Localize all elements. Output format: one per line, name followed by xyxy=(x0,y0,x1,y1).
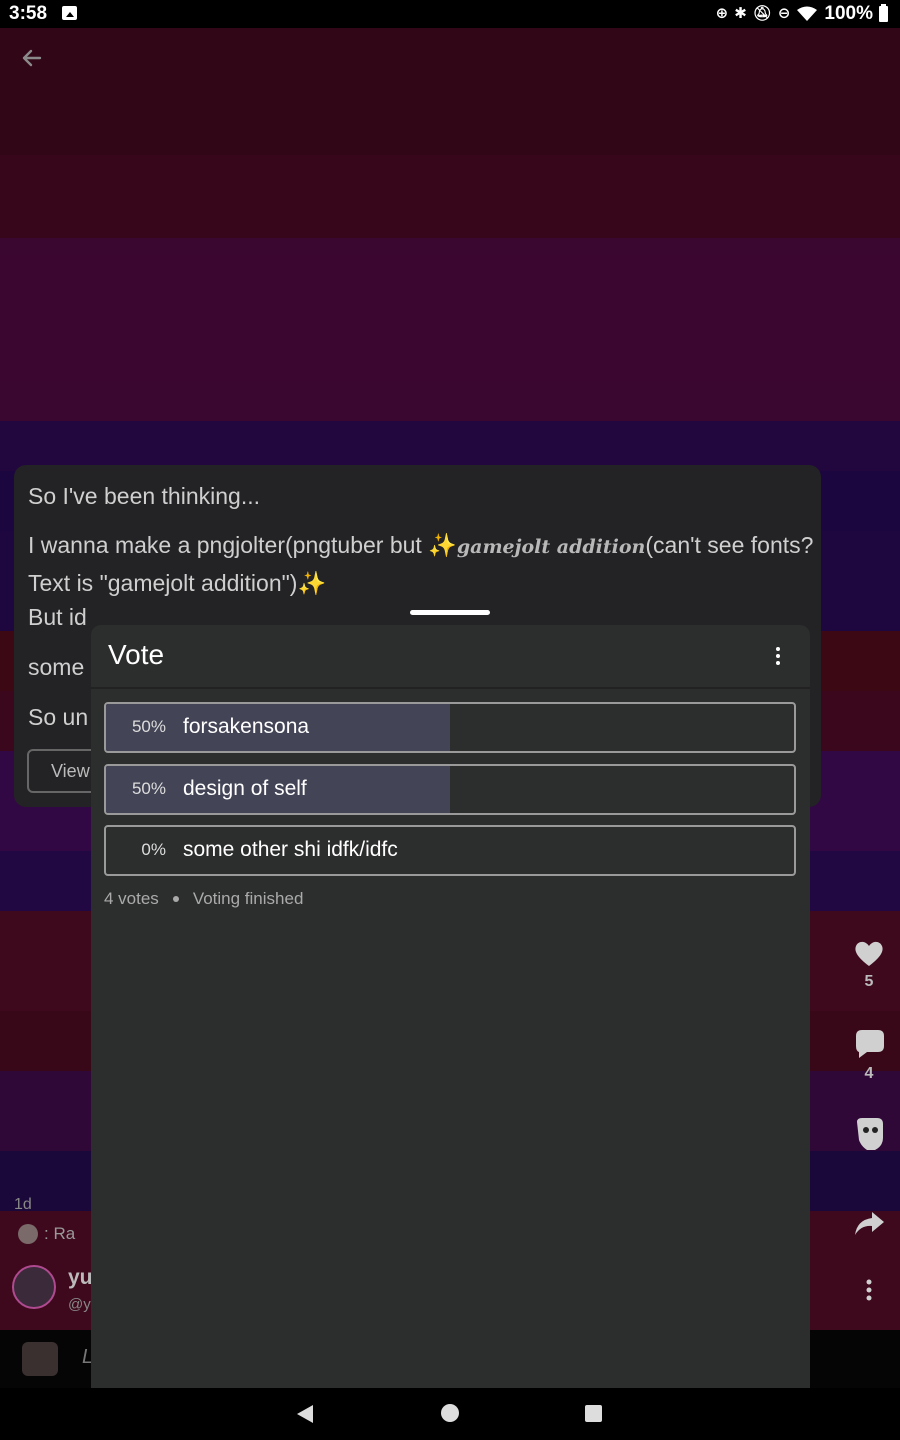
back-arrow-icon[interactable] xyxy=(18,44,46,72)
vote-percent: 50% xyxy=(131,717,166,736)
community-tag[interactable]: : Ra xyxy=(18,1224,75,1244)
author-handle: @y xyxy=(68,1296,91,1313)
vote-sheet: Vote 50% forsakensona 50% design of self… xyxy=(91,625,810,1388)
status-icons: ⊕ ✱ 🔕︎ ⊖ 100% xyxy=(716,3,888,25)
vote-status: Voting finished xyxy=(192,889,304,908)
tag-text: : Ra xyxy=(44,1224,76,1243)
post-line: So I've been thinking... xyxy=(28,483,260,509)
vote-sheet-header: Vote xyxy=(91,625,810,689)
vote-option[interactable]: 50% design of self xyxy=(104,764,796,815)
post-line: But id xyxy=(28,604,87,630)
vote-option-label: forsakensona xyxy=(183,715,310,738)
mascot-icon xyxy=(857,1118,883,1150)
nav-recents-icon[interactable] xyxy=(585,1405,602,1422)
vote-summary: 4 votes Voting finished xyxy=(104,889,303,909)
battery-percent: 100% xyxy=(824,3,873,24)
sparkle-icon: ✨ xyxy=(428,532,457,558)
battery-icon xyxy=(879,4,888,22)
sheet-drag-handle[interactable] xyxy=(410,610,490,615)
sync-icon: ⊕ xyxy=(715,5,729,22)
dnd-icon: ⊖ xyxy=(777,5,791,22)
heart-icon xyxy=(855,941,883,966)
image-notification-icon xyxy=(62,6,77,20)
post-age: 1d xyxy=(14,1196,32,1213)
nav-home-icon[interactable] xyxy=(441,1404,459,1422)
wifi-icon xyxy=(797,6,818,21)
bluetooth-icon: ✱ xyxy=(734,5,747,22)
sparkle-icon: ✨ xyxy=(297,570,327,596)
my-avatar xyxy=(22,1342,58,1376)
comments-button[interactable]: 4 xyxy=(852,1028,886,1083)
more-vertical-icon[interactable] xyxy=(774,647,782,669)
more-options-button[interactable] xyxy=(852,1278,886,1307)
vote-percent: 0% xyxy=(141,840,166,859)
vote-option-label: design of self xyxy=(183,777,307,800)
status-bar: 3:58 ⊕ ✱ 🔕︎ ⊖ 100% xyxy=(0,0,900,28)
like-button[interactable]: 5 xyxy=(852,938,886,991)
vote-option[interactable]: 0% some other shi idfk/idfc xyxy=(104,825,796,876)
separator-dot xyxy=(172,896,179,902)
vote-option-label: some other shi idfk/idfc xyxy=(183,838,398,861)
charge-button[interactable] xyxy=(852,1116,886,1157)
vote-percent: 50% xyxy=(131,779,166,798)
vote-option[interactable]: 50% forsakensona xyxy=(104,702,796,753)
comment-icon xyxy=(856,1030,884,1058)
post-line: So un xyxy=(28,704,89,730)
share-button[interactable] xyxy=(852,1210,886,1243)
share-icon xyxy=(855,1212,884,1235)
post-line: some xyxy=(28,654,85,680)
comment-count: 4 xyxy=(864,1065,874,1082)
author-name[interactable]: yu xyxy=(68,1266,93,1290)
author-avatar[interactable] xyxy=(12,1265,56,1309)
nav-back-icon[interactable] xyxy=(297,1405,313,1423)
post-line: I wanna make a pngjolter(pngtuber but ✨g… xyxy=(28,532,814,596)
status-time: 3:58 xyxy=(9,3,48,24)
more-vertical-icon xyxy=(866,1279,872,1301)
community-avatar xyxy=(18,1224,38,1244)
system-nav-bar xyxy=(0,1388,900,1440)
vote-count: 4 votes xyxy=(104,889,159,908)
like-count: 5 xyxy=(864,973,874,990)
vote-title: Vote xyxy=(108,639,165,670)
notifications-off-icon: 🔕︎ xyxy=(752,5,772,22)
